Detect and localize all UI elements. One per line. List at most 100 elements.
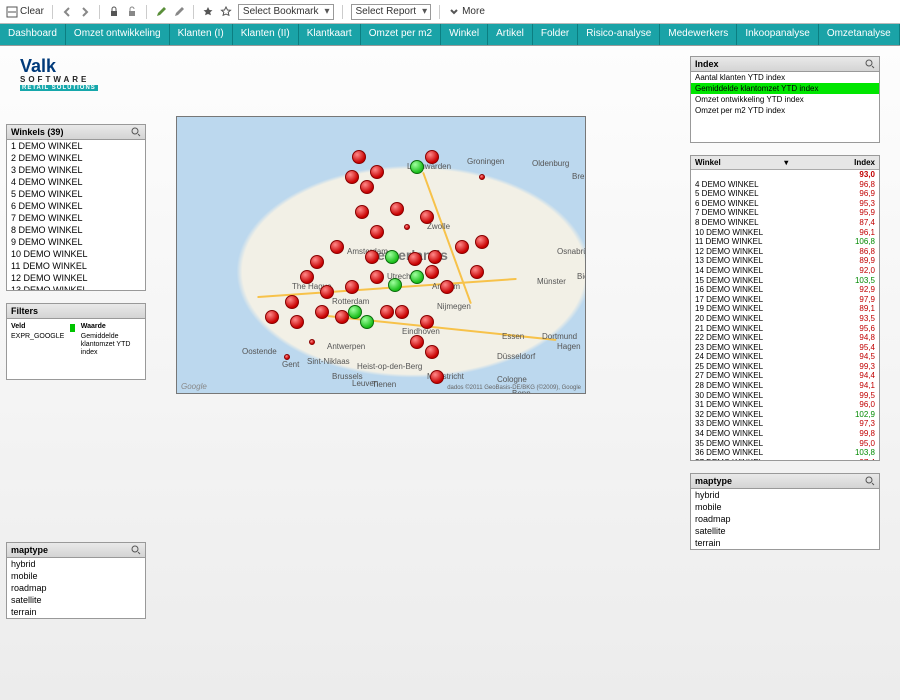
- tab-medewerkers[interactable]: Medewerkers: [660, 24, 737, 45]
- edit-button[interactable]: [155, 6, 167, 18]
- map-pin[interactable]: [370, 270, 384, 284]
- tab-artikel[interactable]: Artikel: [488, 24, 533, 45]
- maptype-item[interactable]: terrain: [691, 537, 879, 549]
- table-row[interactable]: 22 DEMO WINKEL94,8: [691, 333, 879, 343]
- table-row[interactable]: 11 DEMO WINKEL106,8: [691, 237, 879, 247]
- map-pin[interactable]: [388, 278, 402, 292]
- map-pin[interactable]: [320, 285, 334, 299]
- tab-omzetanalyse[interactable]: Omzetanalyse: [819, 24, 900, 45]
- tab-klanten-i-[interactable]: Klanten (I): [170, 24, 233, 45]
- map-pin[interactable]: [425, 345, 439, 359]
- table-row[interactable]: 16 DEMO WINKEL92,9: [691, 285, 879, 295]
- bookmark-button[interactable]: [202, 6, 214, 18]
- table-row[interactable]: 14 DEMO WINKEL92,0: [691, 266, 879, 276]
- bookmark-select[interactable]: Select Bookmark: [238, 4, 334, 20]
- tab-klanten-ii-[interactable]: Klanten (II): [233, 24, 299, 45]
- table-row[interactable]: 17 DEMO WINKEL97,9: [691, 295, 879, 305]
- search-icon[interactable]: [131, 545, 141, 555]
- bookmark-new-button[interactable]: [220, 6, 232, 18]
- winkels-item[interactable]: 12 DEMO WINKEL: [7, 272, 145, 284]
- maptype-item[interactable]: hybrid: [691, 489, 879, 501]
- index-item[interactable]: Gemiddelde klantomzet YTD index: [691, 83, 879, 94]
- map-pin[interactable]: [290, 315, 304, 329]
- tab-folder[interactable]: Folder: [533, 24, 578, 45]
- winkels-item[interactable]: 2 DEMO WINKEL: [7, 152, 145, 164]
- table-row[interactable]: 37 DEMO WINKEL97,4: [691, 458, 879, 460]
- map-pin[interactable]: [309, 339, 315, 345]
- map-pin[interactable]: [420, 315, 434, 329]
- map-pin[interactable]: [390, 202, 404, 216]
- index-item[interactable]: Omzet per m2 YTD index: [691, 105, 879, 116]
- table-row[interactable]: 24 DEMO WINKEL94,5: [691, 352, 879, 362]
- map-pin[interactable]: [330, 240, 344, 254]
- map-pin[interactable]: [285, 295, 299, 309]
- map-pin[interactable]: [265, 310, 279, 324]
- maptype-item[interactable]: satellite: [7, 594, 145, 606]
- map-pin[interactable]: [479, 174, 485, 180]
- map-pin[interactable]: [380, 305, 394, 319]
- lock-button[interactable]: [108, 6, 120, 18]
- search-icon[interactable]: [131, 127, 141, 137]
- map-pin[interactable]: [315, 305, 329, 319]
- table-row[interactable]: 13 DEMO WINKEL89,9: [691, 256, 879, 266]
- tab-omzet-per-m2[interactable]: Omzet per m2: [361, 24, 441, 45]
- winkels-item[interactable]: 10 DEMO WINKEL: [7, 248, 145, 260]
- table-row[interactable]: 30 DEMO WINKEL99,5: [691, 391, 879, 401]
- table-row[interactable]: 33 DEMO WINKEL97,3: [691, 419, 879, 429]
- winkels-item[interactable]: 3 DEMO WINKEL: [7, 164, 145, 176]
- index-item[interactable]: Aantal klanten YTD index: [691, 72, 879, 83]
- clear-button[interactable]: Clear: [6, 6, 44, 18]
- tab-risico-analyse[interactable]: Risico-analyse: [578, 24, 660, 45]
- map-pin[interactable]: [425, 265, 439, 279]
- table-row[interactable]: 7 DEMO WINKEL95,9: [691, 208, 879, 218]
- table-row[interactable]: 27 DEMO WINKEL94,4: [691, 371, 879, 381]
- forward-button[interactable]: [79, 6, 91, 18]
- table-row[interactable]: 6 DEMO WINKEL95,3: [691, 199, 879, 209]
- search-icon[interactable]: [865, 476, 875, 486]
- map-pin[interactable]: [335, 310, 349, 324]
- map-pin[interactable]: [410, 160, 424, 174]
- tab-dashboard[interactable]: Dashboard: [0, 24, 66, 45]
- winkels-item[interactable]: 9 DEMO WINKEL: [7, 236, 145, 248]
- maptype-item[interactable]: terrain: [7, 606, 145, 618]
- map-pin[interactable]: [360, 315, 374, 329]
- winkels-item[interactable]: 1 DEMO WINKEL: [7, 140, 145, 152]
- index-col-header[interactable]: Index: [792, 156, 879, 170]
- table-row[interactable]: 35 DEMO WINKEL95,0: [691, 439, 879, 449]
- table-row[interactable]: 20 DEMO WINKEL93,5: [691, 314, 879, 324]
- winkels-item[interactable]: 11 DEMO WINKEL: [7, 260, 145, 272]
- map-pin[interactable]: [348, 305, 362, 319]
- map-pin[interactable]: [430, 370, 444, 384]
- map-pin[interactable]: [355, 205, 369, 219]
- winkels-item[interactable]: 4 DEMO WINKEL: [7, 176, 145, 188]
- table-row[interactable]: 4 DEMO WINKEL96,8: [691, 180, 879, 190]
- map-pin[interactable]: [345, 280, 359, 294]
- unlock-button[interactable]: [126, 6, 138, 18]
- table-row[interactable]: 21 DEMO WINKEL95,6: [691, 324, 879, 334]
- maptype-item[interactable]: satellite: [691, 525, 879, 537]
- table-row[interactable]: 34 DEMO WINKEL99,8: [691, 429, 879, 439]
- map-pin[interactable]: [300, 270, 314, 284]
- table-row[interactable]: 25 DEMO WINKEL99,3: [691, 362, 879, 372]
- map-pin[interactable]: [408, 252, 422, 266]
- map-pin[interactable]: [370, 165, 384, 179]
- map-pin[interactable]: [370, 225, 384, 239]
- winkels-item[interactable]: 8 DEMO WINKEL: [7, 224, 145, 236]
- tab-omzet-ontwikkeling[interactable]: Omzet ontwikkeling: [66, 24, 170, 45]
- map-pin[interactable]: [385, 250, 399, 264]
- edit2-button[interactable]: [173, 6, 185, 18]
- map-pin[interactable]: [470, 265, 484, 279]
- map-pin[interactable]: [420, 210, 434, 224]
- table-row[interactable]: 28 DEMO WINKEL94,1: [691, 381, 879, 391]
- tab-inkoopanalyse[interactable]: Inkoopanalyse: [737, 24, 819, 45]
- map-pin[interactable]: [352, 150, 366, 164]
- table-row[interactable]: 8 DEMO WINKEL87,4: [691, 218, 879, 228]
- back-button[interactable]: [61, 6, 73, 18]
- maptype-item[interactable]: mobile: [7, 570, 145, 582]
- map-pin[interactable]: [410, 270, 424, 284]
- winkels-item[interactable]: 13 DEMO WINKEL: [7, 284, 145, 290]
- maptype-item[interactable]: roadmap: [7, 582, 145, 594]
- map-pin[interactable]: [345, 170, 359, 184]
- map-pin[interactable]: [410, 335, 424, 349]
- table-row[interactable]: 10 DEMO WINKEL96,1: [691, 228, 879, 238]
